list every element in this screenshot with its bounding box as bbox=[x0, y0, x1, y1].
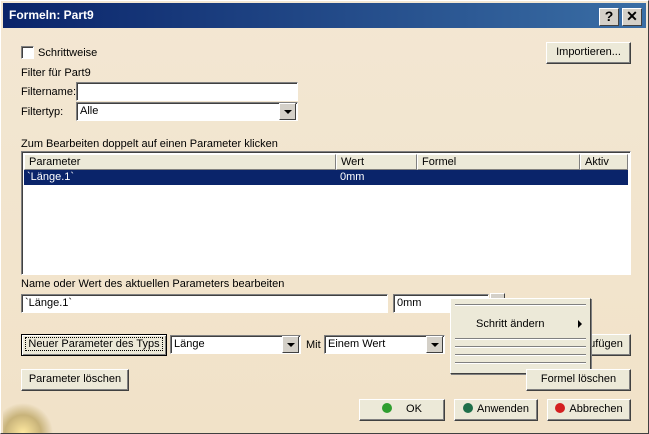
context-menu: Schritt ändern bbox=[450, 298, 591, 374]
formulas-dialog: Formeln: Part9 ? ✕ Schrittweise Importie… bbox=[0, 0, 649, 434]
parameter-table: Parameter Wert Formel Aktiv `Länge.1` 0m… bbox=[21, 151, 631, 275]
cancel-button[interactable]: Abbrechen bbox=[547, 399, 631, 421]
ok-button[interactable]: OK bbox=[359, 399, 445, 421]
new-parameter-button-label: Neuer Parameter des Typs bbox=[25, 337, 163, 351]
edit-label: Name oder Wert des aktuellen Parameters … bbox=[21, 278, 285, 290]
decorative-logo bbox=[3, 399, 53, 433]
apply-button-label: Anwenden bbox=[477, 403, 529, 415]
column-header-aktiv[interactable]: Aktiv bbox=[580, 154, 628, 170]
filter-type-select[interactable]: Alle bbox=[76, 102, 298, 121]
params-hint: Zum Bearbeiten doppelt auf einen Paramet… bbox=[21, 138, 278, 150]
param-name-input[interactable]: `Länge.1` bbox=[21, 294, 388, 313]
menu-separator bbox=[455, 362, 586, 364]
window-title: Formeln: Part9 bbox=[9, 8, 94, 22]
filter-type-dropdown-icon[interactable] bbox=[279, 103, 296, 120]
cancel-icon bbox=[555, 403, 566, 413]
title-bar: Formeln: Part9 bbox=[3, 3, 646, 28]
ok-icon bbox=[382, 403, 393, 413]
filter-name-label: Filtername: bbox=[21, 86, 77, 98]
menu-separator bbox=[455, 346, 586, 348]
delete-formula-button[interactable]: Formel löschen bbox=[526, 369, 631, 391]
cell-wert: 0mm bbox=[340, 171, 365, 183]
submenu-arrow-icon bbox=[578, 320, 582, 328]
ok-button-label: OK bbox=[406, 403, 422, 415]
menu-separator bbox=[455, 304, 586, 306]
param-type-dropdown-icon[interactable] bbox=[282, 336, 299, 353]
menu-separator bbox=[455, 354, 586, 356]
column-header-parameter[interactable]: Parameter bbox=[24, 154, 336, 170]
table-row[interactable]: `Länge.1` 0mm bbox=[24, 170, 628, 185]
menu-item-change-step[interactable]: Schritt ändern bbox=[476, 318, 544, 330]
filter-section-label: Filter für Part9 bbox=[21, 67, 91, 79]
help-button[interactable]: ? bbox=[599, 8, 619, 26]
column-header-wert[interactable]: Wert bbox=[336, 154, 417, 170]
step-checkbox[interactable] bbox=[21, 46, 34, 59]
with-label: Mit bbox=[306, 339, 321, 351]
column-header-formel[interactable]: Formel bbox=[417, 154, 580, 170]
apply-icon bbox=[463, 403, 473, 413]
cancel-button-label: Abbrechen bbox=[569, 403, 623, 415]
filter-name-input[interactable] bbox=[76, 82, 298, 101]
delete-parameter-button[interactable]: Parameter löschen bbox=[21, 369, 129, 391]
menu-separator bbox=[455, 338, 586, 340]
cell-parameter: `Länge.1` bbox=[27, 171, 75, 183]
apply-button[interactable]: Anwenden bbox=[454, 399, 538, 421]
filter-type-label: Filtertyp: bbox=[21, 106, 64, 118]
new-parameter-button[interactable]: Neuer Parameter des Typs bbox=[21, 334, 167, 356]
import-button[interactable]: Importieren... bbox=[546, 42, 631, 64]
close-button[interactable]: ✕ bbox=[622, 8, 642, 26]
value-mode-dropdown-icon[interactable] bbox=[426, 336, 443, 353]
step-checkbox-label: Schrittweise bbox=[38, 47, 98, 59]
